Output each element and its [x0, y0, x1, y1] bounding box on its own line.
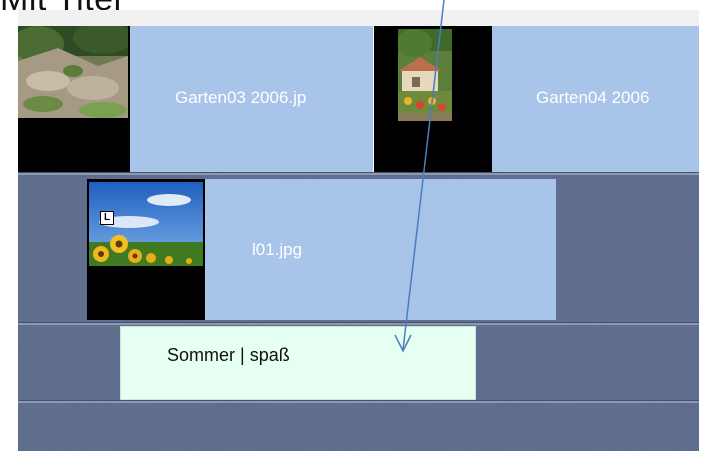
clip-l01[interactable]: L l01.jpg	[87, 179, 556, 320]
title-clip[interactable]: Sommer | spaß	[120, 326, 476, 400]
garden-rocks-thumbnail-image	[18, 26, 128, 118]
clip-thumbnail	[374, 26, 492, 172]
clip-thumbnail: L	[87, 179, 205, 320]
clip-type-icon: L	[100, 211, 114, 225]
clip-garten04[interactable]: Garten04 2006	[373, 26, 699, 172]
track-divider	[18, 172, 699, 175]
clip-label: Garten03 2006.jp	[175, 88, 307, 107]
track-divider	[18, 322, 699, 325]
clip-thumbnail	[18, 26, 130, 172]
track-divider	[18, 400, 699, 403]
timeline: Garten03 2006.jp Garten04 2006 L l01.jpg…	[18, 26, 699, 451]
clip-garten03[interactable]: Garten03 2006.jp	[18, 26, 373, 172]
timeline-ruler	[18, 10, 699, 27]
title-clip-text: Sommer | spaß	[167, 345, 290, 365]
garden-house-thumbnail-image	[398, 29, 452, 121]
clip-label: l01.jpg	[252, 240, 303, 259]
clip-label: Garten04 2006	[536, 88, 650, 107]
